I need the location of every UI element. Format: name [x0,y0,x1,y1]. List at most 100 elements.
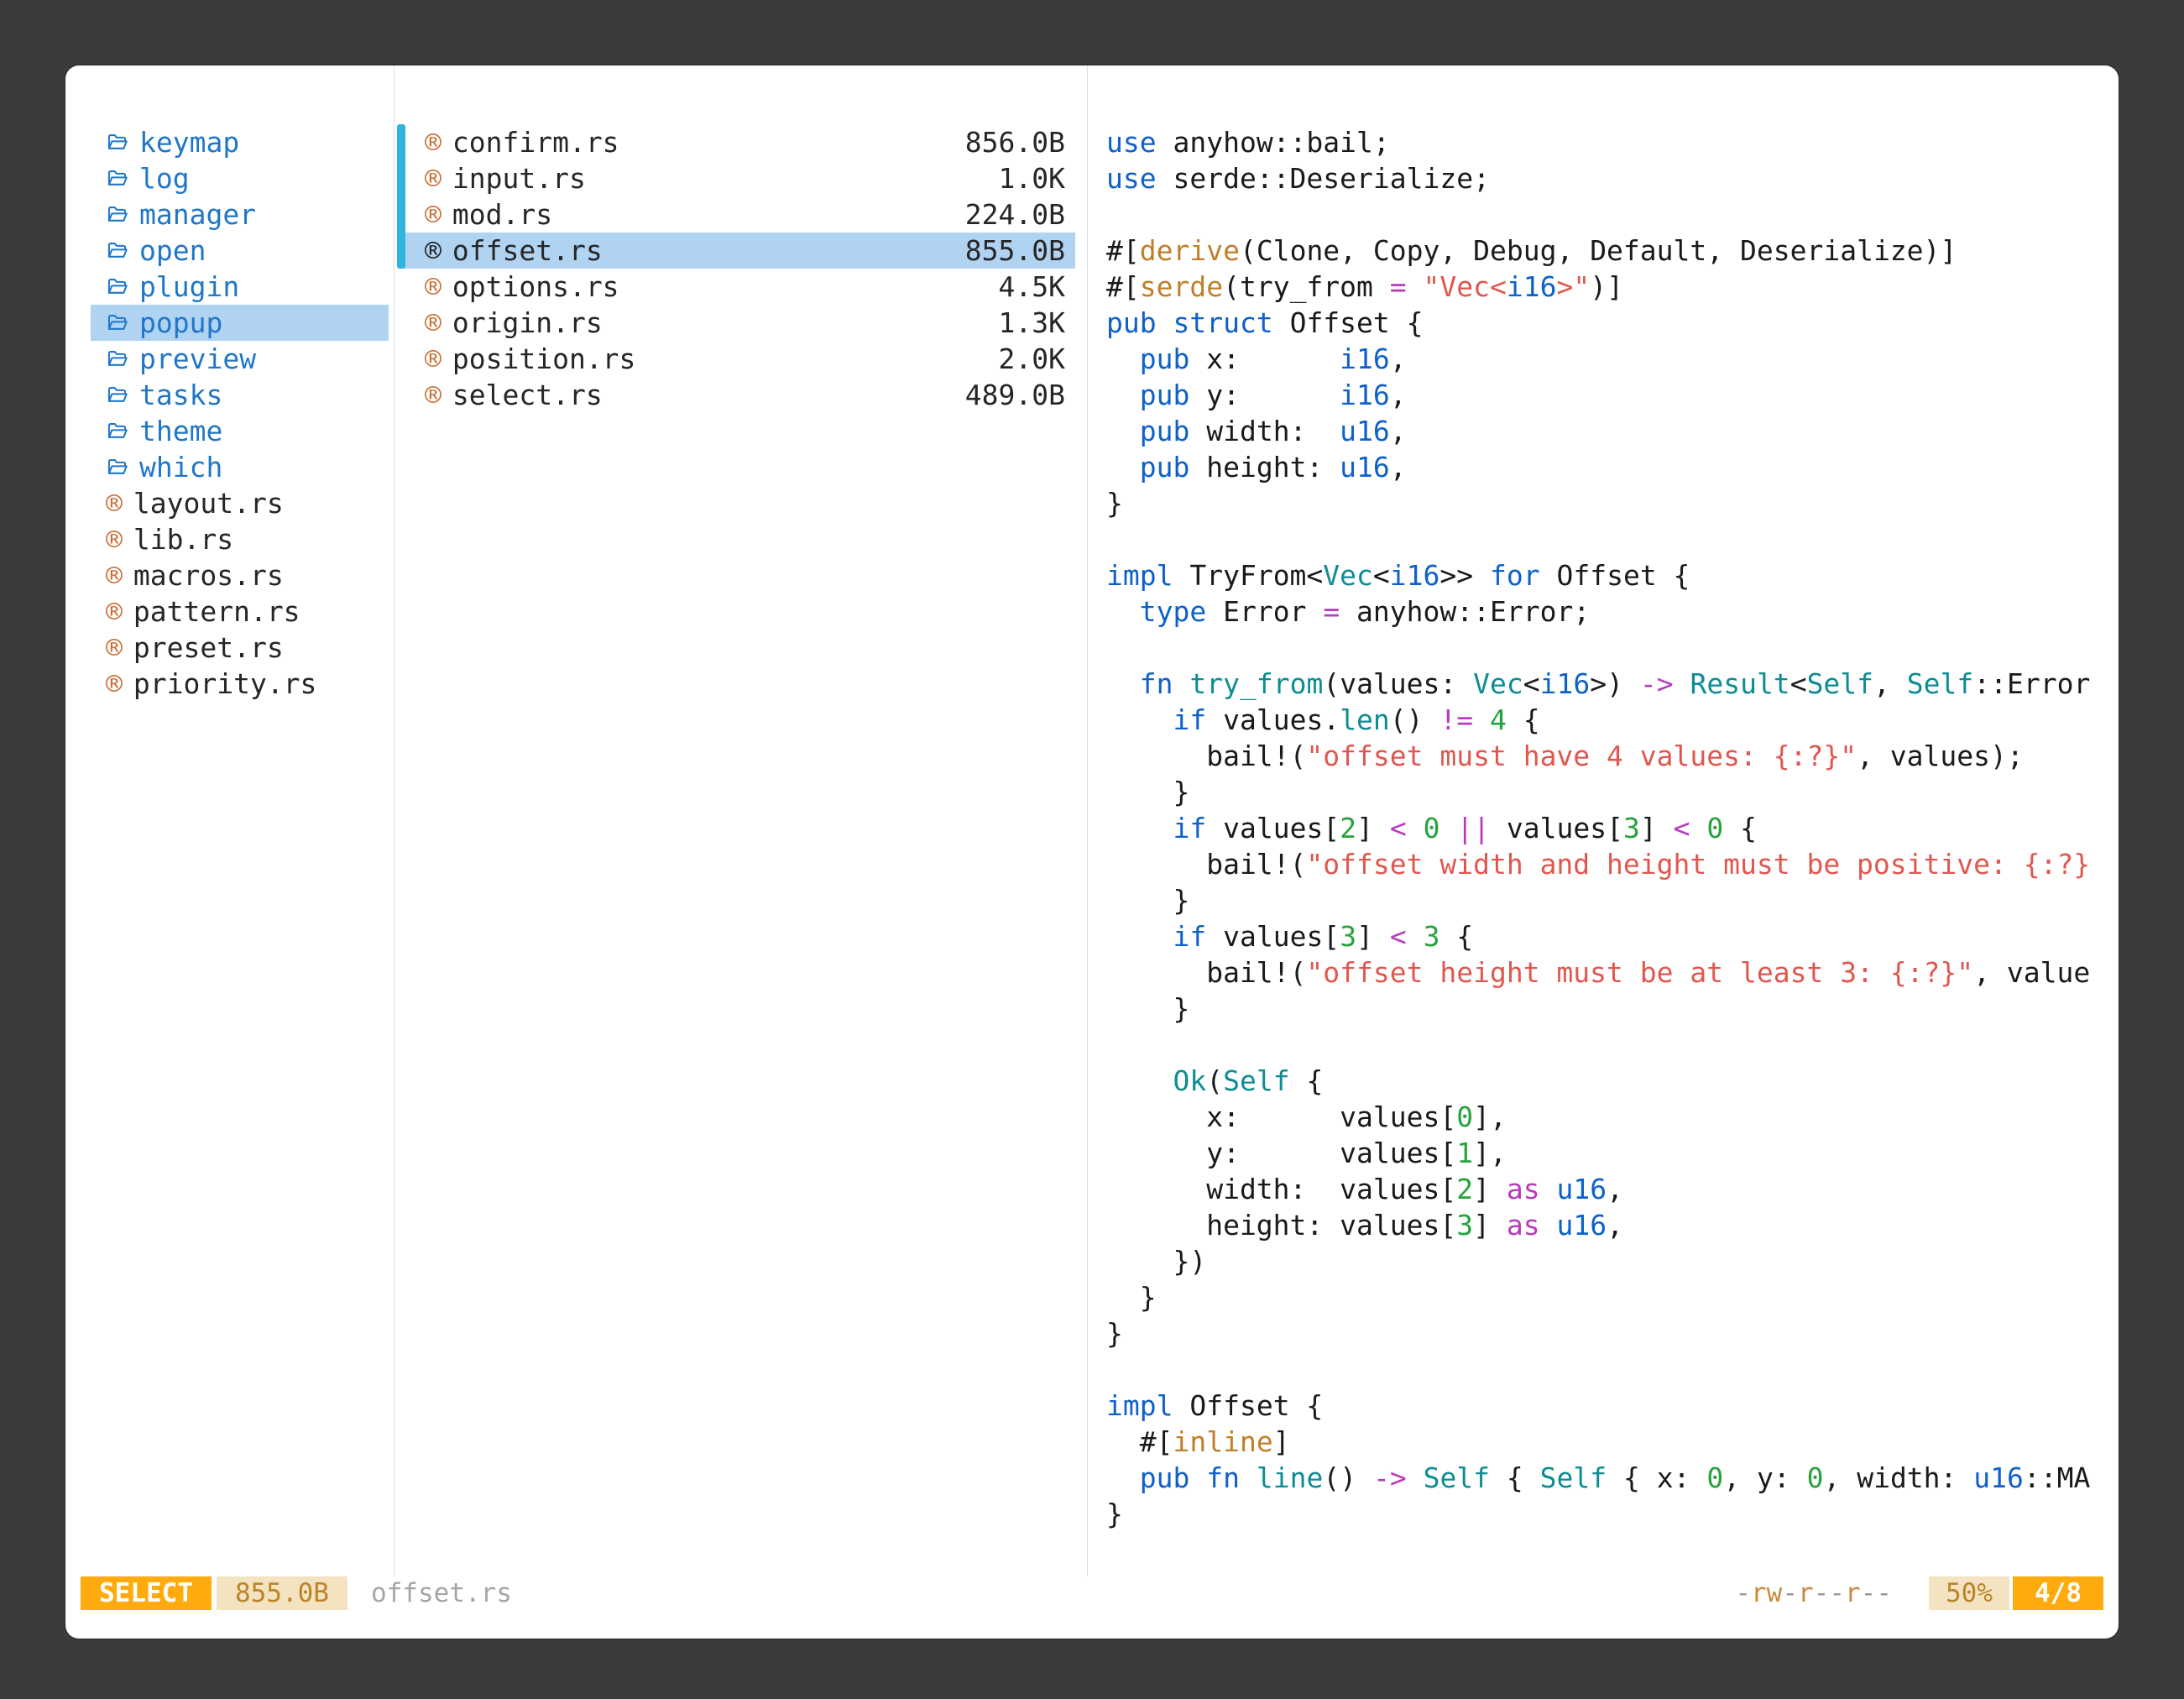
rust-file-icon: ® [106,562,123,589]
rust-file-icon: ® [425,381,442,409]
code-line: Ok(Self { [1106,1063,2119,1099]
rust-file-icon: ® [106,489,123,517]
rust-file-icon: ® [425,237,442,264]
item-label: pattern.rs [133,595,300,628]
dir-item[interactable]: keymap [91,124,389,160]
code-line [1106,521,2119,557]
file-manager-window: keymaplogmanageropenpluginpopuppreview ta… [65,65,2119,1639]
dir-item[interactable]: log [91,160,389,196]
dir-item[interactable]: which [91,449,389,485]
item-label: manager [139,198,256,231]
code-line: x: values[0], [1106,1099,2119,1135]
code-line: height: values[3] as u16, [1106,1207,2119,1243]
file-size: 489.0B [965,379,1075,411]
folder-open-icon [106,311,128,334]
file-row[interactable]: ®offset.rs855.0B [401,233,1075,269]
dir-item[interactable]: theme [91,413,389,449]
folder-open-icon [106,275,128,298]
file-row[interactable]: ®confirm.rs856.0B [401,124,1075,160]
rust-file-icon: ® [106,598,123,625]
mode-badge: SELECT [81,1576,212,1610]
file-row[interactable]: ® mod.rs 224.0B [401,196,1075,233]
code-line: pub y: i16, [1106,377,2119,413]
panes-container: keymaplogmanageropenpluginpopuppreview ta… [65,65,2119,1576]
file-row[interactable]: ®input.rs1.0K [401,160,1075,196]
file-name: position.rs [452,342,636,375]
dir-item[interactable]: preview [91,341,389,377]
rust-file-icon: ® [425,128,442,156]
code-line: if values[2] < 0 || values[3] < 0 { [1106,810,2119,846]
scroll-percent-badge: 50% [1929,1576,2009,1610]
dir-item[interactable]: tasks [91,377,389,413]
preview-pane: use anyhow::bail;use serde::Deserialize;… [1088,65,2119,1576]
code-line: } [1106,774,2119,810]
code-line [1106,196,2119,233]
code-line: pub x: i16, [1106,341,2119,377]
file-row[interactable]: ®origin.rs1.3K [401,305,1075,341]
parent-pane: keymaplogmanageropenpluginpopuppreview ta… [65,65,394,1576]
dir-item[interactable]: plugin [91,269,389,305]
file-name: confirm.rs [452,126,619,159]
dir-item[interactable]: manager [91,196,389,233]
file-size-badge: 855.0B [217,1576,347,1610]
code-line: impl Offset { [1106,1388,2119,1424]
file-item[interactable]: ®lib.rs [91,521,389,557]
code-line: bail!("offset must have 4 values: {:?}",… [1106,738,2119,774]
file-item[interactable]: ® pattern.rs [91,593,389,630]
file-item[interactable]: ® macros.rs [91,557,389,593]
permissions: -rw-r--r-- [1735,1578,1892,1608]
code-line: pub fn line() -> Self { Self { x: 0, y: … [1106,1460,2119,1496]
rust-file-icon: ® [425,201,442,228]
folder-open-icon [106,203,128,226]
code-line: } [1106,991,2119,1027]
file-item[interactable]: ® preset.rs [91,630,389,666]
item-label: tasks [139,379,222,411]
folder-open-icon [106,167,128,190]
selection-marker [397,124,405,269]
code-line: bail!("offset width and height must be p… [1106,846,2119,882]
file-item[interactable]: ® layout.rs [91,485,389,521]
item-label: preset.rs [133,631,284,664]
file-size: 224.0B [965,198,1075,231]
file-name: mod.rs [452,198,552,231]
code-line: pub height: u16, [1106,449,2119,485]
folder-open-icon [106,131,128,154]
code-line: impl TryFrom<Vec<i16>> for Offset { [1106,557,2119,593]
file-size: 4.5K [999,270,1075,303]
file-size: 1.3K [999,306,1075,339]
status-right: -rw-r--r-- 50% 4/8 [1735,1576,2103,1610]
item-label: layout.rs [133,487,284,520]
code-line: } [1106,1315,2119,1351]
status-bar: SELECT 855.0B offset.rs -rw-r--r-- 50% 4… [81,1576,2103,1610]
rust-file-icon: ® [425,165,442,192]
item-label: lib.rs [133,523,233,556]
code-line: use serde::Deserialize; [1106,160,2119,196]
code-line: type Error = anyhow::Error; [1106,593,2119,630]
code-line: }) [1106,1243,2119,1279]
item-label: preview [139,342,256,375]
file-item[interactable]: ®priority.rs [91,666,389,702]
code-line: } [1106,882,2119,918]
rust-file-icon: ® [425,273,442,301]
item-label: macros.rs [133,559,284,592]
code-line: #[serde(try_from = "Vec<i16>")] [1106,269,2119,305]
rust-file-icon: ® [106,634,123,661]
code-line: fn try_from(values: Vec<i16>) -> Result<… [1106,666,2119,702]
dir-item[interactable]: open [91,233,389,269]
item-label: theme [139,415,222,447]
file-row[interactable]: ®options.rs4.5K [401,269,1075,305]
code-line [1106,630,2119,666]
item-label: popup [139,306,222,339]
file-name: offset.rs [452,234,603,267]
folder-open-icon [106,456,128,478]
code-line: pub width: u16, [1106,413,2119,449]
status-filename: offset.rs [371,1578,512,1608]
position-badge: 4/8 [2013,1576,2103,1610]
file-row[interactable]: ®select.rs489.0B [401,377,1075,413]
folder-open-icon [106,384,128,406]
file-row[interactable]: ®position.rs2.0K [401,341,1075,377]
code-line: if values.len() != 4 { [1106,702,2119,738]
code-line: } [1106,1496,2119,1532]
dir-item[interactable]: popup [91,305,389,341]
code-line: } [1106,485,2119,521]
